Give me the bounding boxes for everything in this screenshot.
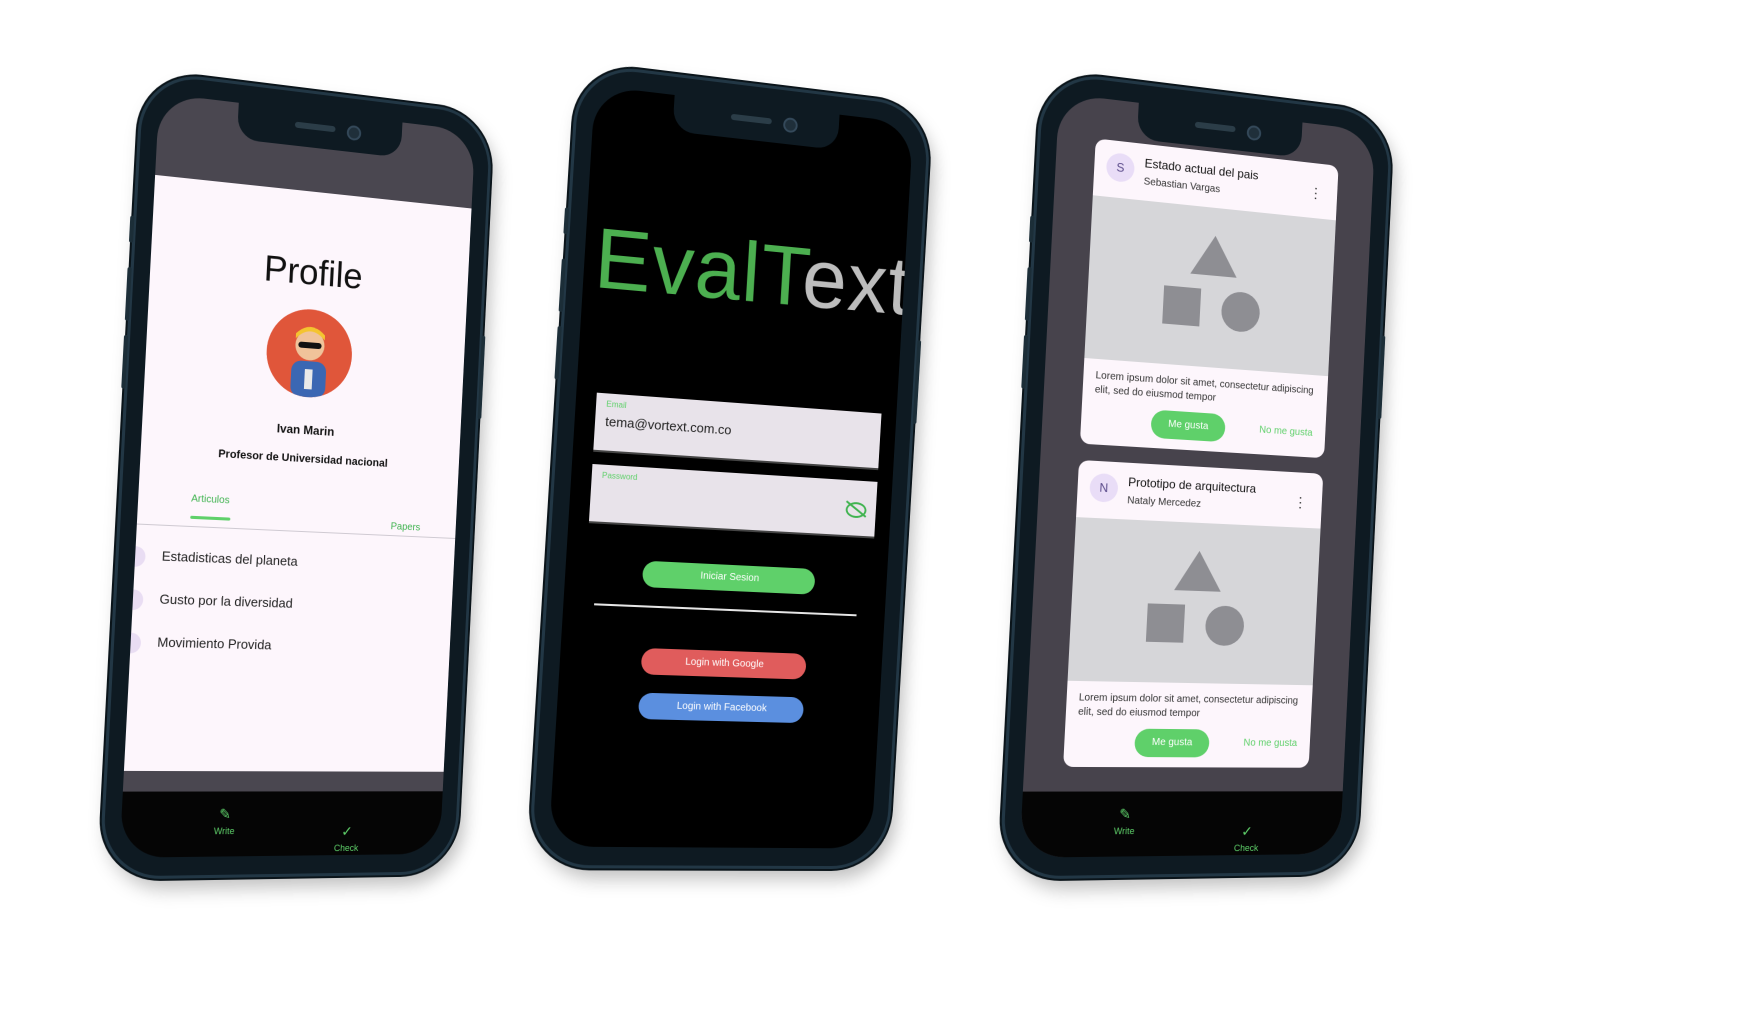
phone-login: EvalText Email tema@vortext.com.co Passw… <box>527 61 933 870</box>
profile-body: Profile Ivan Marin Profesor de Universid… <box>119 174 472 772</box>
card-author: Nataly Mercedez <box>1126 495 1202 510</box>
card-body: Lorem ipsum dolor sit amet, consectetur … <box>1077 692 1299 720</box>
list-avatar <box>122 589 144 611</box>
card-avatar: S <box>1105 151 1136 184</box>
card-author: Sebastian Vargas <box>1143 176 1221 196</box>
volume-down-button <box>554 325 562 380</box>
visibility-off-icon[interactable] <box>845 501 867 519</box>
more-vert-icon[interactable]: ⋮ <box>1293 494 1307 511</box>
camera <box>346 124 362 142</box>
app-logo-text: EvalText <box>591 209 914 335</box>
tab-indicator <box>190 515 231 521</box>
google-login-button[interactable]: Login with Google <box>640 647 807 680</box>
login-button[interactable]: Iniciar Sesion <box>641 560 816 595</box>
phone-feed: S Estado actual del pais Sebastian Varga… <box>998 69 1394 880</box>
power-button <box>1377 335 1386 419</box>
volume-down-button <box>121 334 129 389</box>
email-label: Email <box>606 399 627 411</box>
password-field[interactable]: Password <box>588 463 878 539</box>
nav-write[interactable]: ✎ Write <box>184 806 265 837</box>
divider <box>594 603 857 617</box>
speaker <box>294 121 336 133</box>
list-item[interactable]: Movimiento Provida <box>119 624 450 674</box>
power-button <box>912 340 922 424</box>
triangle-shape-icon <box>1174 549 1223 592</box>
side-button <box>128 215 135 243</box>
card-media-placeholder <box>1084 195 1336 377</box>
logo-part-2: ext <box>799 230 914 333</box>
list-item-title: Gusto por la diversidad <box>159 591 294 611</box>
facebook-login-button[interactable]: Login with Facebook <box>637 692 805 724</box>
feed-screen: S Estado actual del pais Sebastian Varga… <box>1019 93 1376 858</box>
pencil-icon: ✎ <box>218 805 232 822</box>
volume-up-button <box>558 258 566 312</box>
camera <box>1246 124 1262 142</box>
side-button <box>563 207 570 235</box>
like-button[interactable]: Me gusta <box>1150 409 1226 443</box>
post-card[interactable]: N Prototipo de arquitectura Nataly Merce… <box>1063 459 1324 768</box>
post-card[interactable]: S Estado actual del pais Sebastian Varga… <box>1079 138 1339 459</box>
volume-up-button <box>124 266 132 321</box>
nav-write[interactable]: ✎ Write <box>1084 806 1165 837</box>
login-screen: EvalText Email tema@vortext.com.co Passw… <box>548 85 914 849</box>
nav-write-label: Write <box>1113 825 1135 837</box>
card-body: Lorem ipsum dolor sit amet, consectetur … <box>1094 370 1314 404</box>
phone-profile: Profile Ivan Marin Profesor de Universid… <box>98 69 494 880</box>
circle-shape-icon <box>1220 290 1261 334</box>
like-button[interactable]: Me gusta <box>1133 728 1210 758</box>
email-value: tema@vortext.com.co <box>604 413 732 438</box>
dislike-button[interactable]: No me gusta <box>1232 730 1309 758</box>
side-button <box>1028 215 1035 243</box>
square-shape-icon <box>1162 285 1202 327</box>
dislike-button[interactable]: No me gusta <box>1247 416 1324 448</box>
list-avatar <box>124 545 146 568</box>
pencil-icon: ✎ <box>1118 805 1132 822</box>
triangle-shape-icon <box>1190 233 1239 278</box>
square-shape-icon <box>1145 603 1186 643</box>
nav-check-label: Check <box>333 842 359 854</box>
check-icon: ✓ <box>1240 823 1253 840</box>
more-vert-icon[interactable]: ⋮ <box>1309 184 1323 202</box>
card-title: Prototipo de arquitectura <box>1127 474 1257 496</box>
logo-part-1: EvalT <box>591 209 806 324</box>
profile-screen: Profile Ivan Marin Profesor de Universid… <box>119 93 476 858</box>
user-role: Profesor de Universidad nacional <box>217 447 388 470</box>
article-list: Estadisticas del planeta Gusto por la di… <box>119 538 454 674</box>
power-button <box>477 335 486 419</box>
speaker <box>730 113 772 125</box>
tab-papers[interactable]: Papers <box>390 521 420 533</box>
page-title: Profile <box>262 247 364 297</box>
speaker <box>1194 121 1236 133</box>
card-media-placeholder <box>1067 517 1321 686</box>
list-item-title: Estadisticas del planeta <box>161 548 299 569</box>
tabs: Articulos Papers <box>136 482 458 539</box>
volume-down-button <box>1021 334 1029 389</box>
tab-articulos[interactable]: Articulos <box>191 493 230 506</box>
avatar <box>264 305 355 401</box>
volume-up-button <box>1024 266 1032 321</box>
list-avatar <box>119 632 142 654</box>
avatar-illustration-icon <box>264 305 355 401</box>
notch <box>672 94 840 150</box>
bottom-nav: ✎ Write ✓ Check <box>1019 791 1343 858</box>
email-field[interactable]: Email tema@vortext.com.co <box>593 392 882 471</box>
card-avatar: N <box>1089 472 1119 503</box>
nav-check[interactable]: ✓ Check <box>1207 823 1285 854</box>
user-name: Ivan Marin <box>276 421 335 439</box>
list-item-title: Movimiento Provida <box>156 634 272 653</box>
bottom-nav: ✎ Write ✓ Check <box>119 791 443 858</box>
nav-write-label: Write <box>213 825 235 837</box>
check-icon: ✓ <box>340 823 353 840</box>
circle-shape-icon <box>1204 605 1245 647</box>
nav-check[interactable]: ✓ Check <box>307 823 385 854</box>
camera <box>782 116 799 134</box>
nav-check-label: Check <box>1233 842 1259 854</box>
password-label: Password <box>601 470 638 483</box>
